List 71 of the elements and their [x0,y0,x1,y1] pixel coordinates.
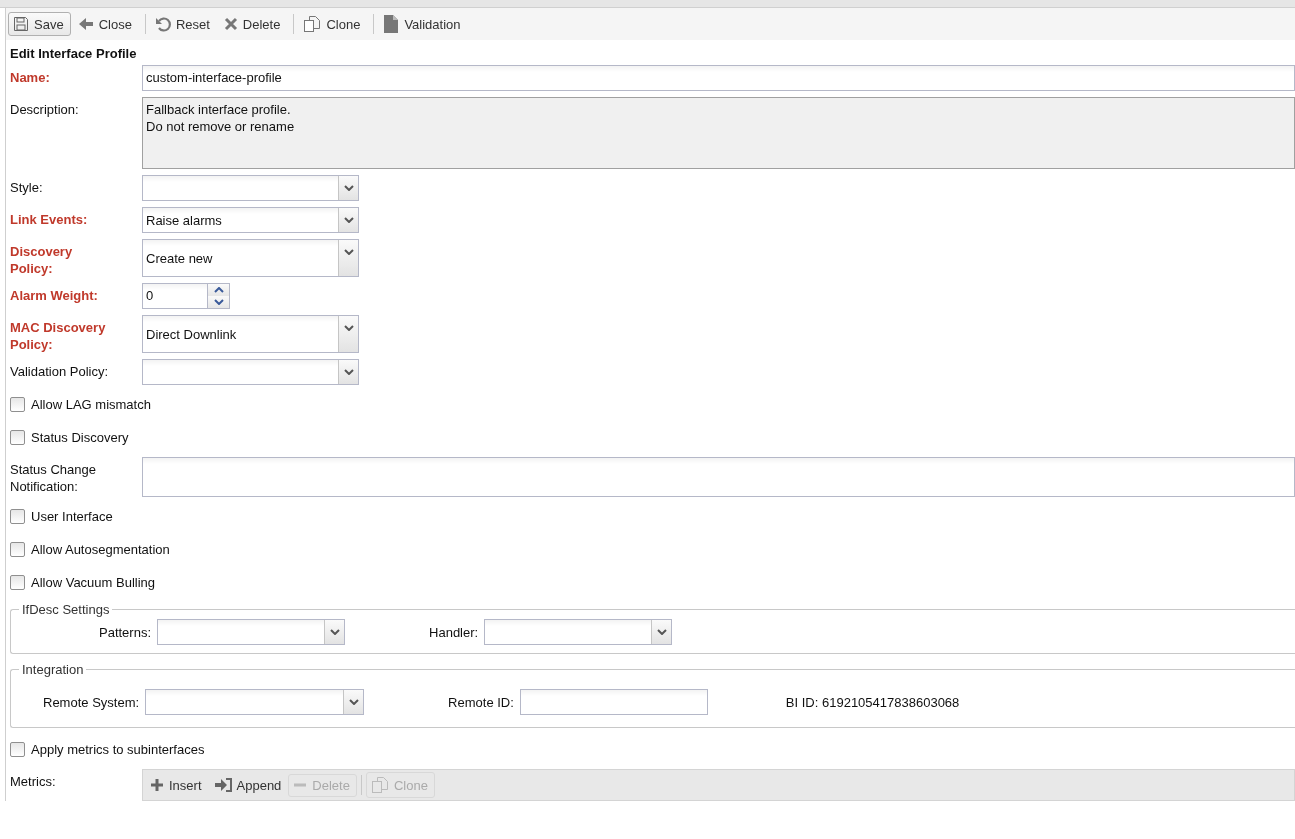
combo-box[interactable] [157,619,346,645]
checkbox[interactable] [10,509,25,524]
caret-icon [343,217,354,223]
sign-in-icon [213,778,232,792]
number-field[interactable]: 0 [142,283,208,309]
field-label: Alarm Weight: [9,287,99,305]
document-icon [383,15,400,33]
checkbox[interactable] [10,575,25,590]
caret-icon [656,629,667,635]
copy-icon [303,15,322,33]
caret-icon [343,249,354,255]
text-field[interactable]: custom-interface-profile [142,65,1295,91]
field-label: Validation Policy: [9,363,110,381]
text-area[interactable]: Fallback interface profile. Do not remove or rename [142,97,1295,169]
group-title: Integration [21,662,85,677]
undo-icon [154,16,171,32]
field-label: Patterns: [99,624,152,640]
copy-icon [370,776,389,794]
combo-box[interactable] [484,619,673,645]
field-label: Description: [9,101,80,119]
text-area[interactable] [142,457,1295,497]
cross-icon [223,17,238,31]
delete-button[interactable]: Delete [218,12,288,36]
field-label: Link Events: [9,211,89,229]
info-text: BI ID: 6192105417838603068 [785,694,960,710]
checkbox-label: Status Discovery [31,430,129,445]
left-arrow-icon [77,16,94,32]
checkbox-label: Allow LAG mismatch [31,397,151,412]
field-label: Remote System: [43,694,140,710]
reset-button[interactable]: Reset [149,12,217,36]
validation-button[interactable]: Validation [378,11,468,37]
group-title: IfDesc Settings [21,602,111,617]
caret-icon [343,185,354,191]
field-label: Status Change Notification: [9,461,97,496]
checkbox-label: Apply metrics to subinterfaces [31,742,205,757]
combo-box[interactable] [142,359,359,385]
field-label: Remote ID: [448,694,514,710]
close-button[interactable]: Close [72,12,139,36]
checkbox[interactable] [10,742,25,757]
combo-box[interactable] [142,175,359,201]
field-label: Discovery Policy: [9,243,74,277]
field-label: Style: [9,179,44,197]
plus-icon [150,778,164,792]
combo-box[interactable]: Create new [142,239,359,277]
field-label: Handler: [429,624,479,640]
text-field[interactable] [519,689,708,715]
caret-icon [348,699,359,705]
checkbox-label: Allow Vacuum Bulling [31,575,156,590]
caret-icon [329,629,340,635]
save-button[interactable]: Save [8,12,71,36]
field-label: Name: [9,69,51,87]
insert-button[interactable]: Insert [145,773,209,797]
form-title: Edit Interface Profile [9,45,138,63]
field-label: MAC Discovery Policy: [9,319,107,353]
increment-button[interactable] [208,284,229,296]
chevron-up-icon [213,287,224,293]
chevron-down-icon [213,299,224,305]
combo-box[interactable]: Direct Downlink [142,315,359,353]
combo-box[interactable]: Raise alarms [142,207,359,233]
checkbox[interactable] [10,430,25,445]
field-label: Metrics: [9,773,57,791]
decrement-button[interactable] [208,296,229,308]
caret-icon [343,369,354,375]
checkbox[interactable] [10,542,25,557]
combo-box[interactable] [145,689,365,715]
clone-button[interactable]: Clone [298,11,368,37]
append-button[interactable]: Append [208,773,289,797]
checkbox-label: Allow Autosegmentation [31,542,170,557]
checkbox[interactable] [10,397,25,412]
checkbox-label: User Interface [31,509,113,524]
caret-icon [343,325,354,331]
